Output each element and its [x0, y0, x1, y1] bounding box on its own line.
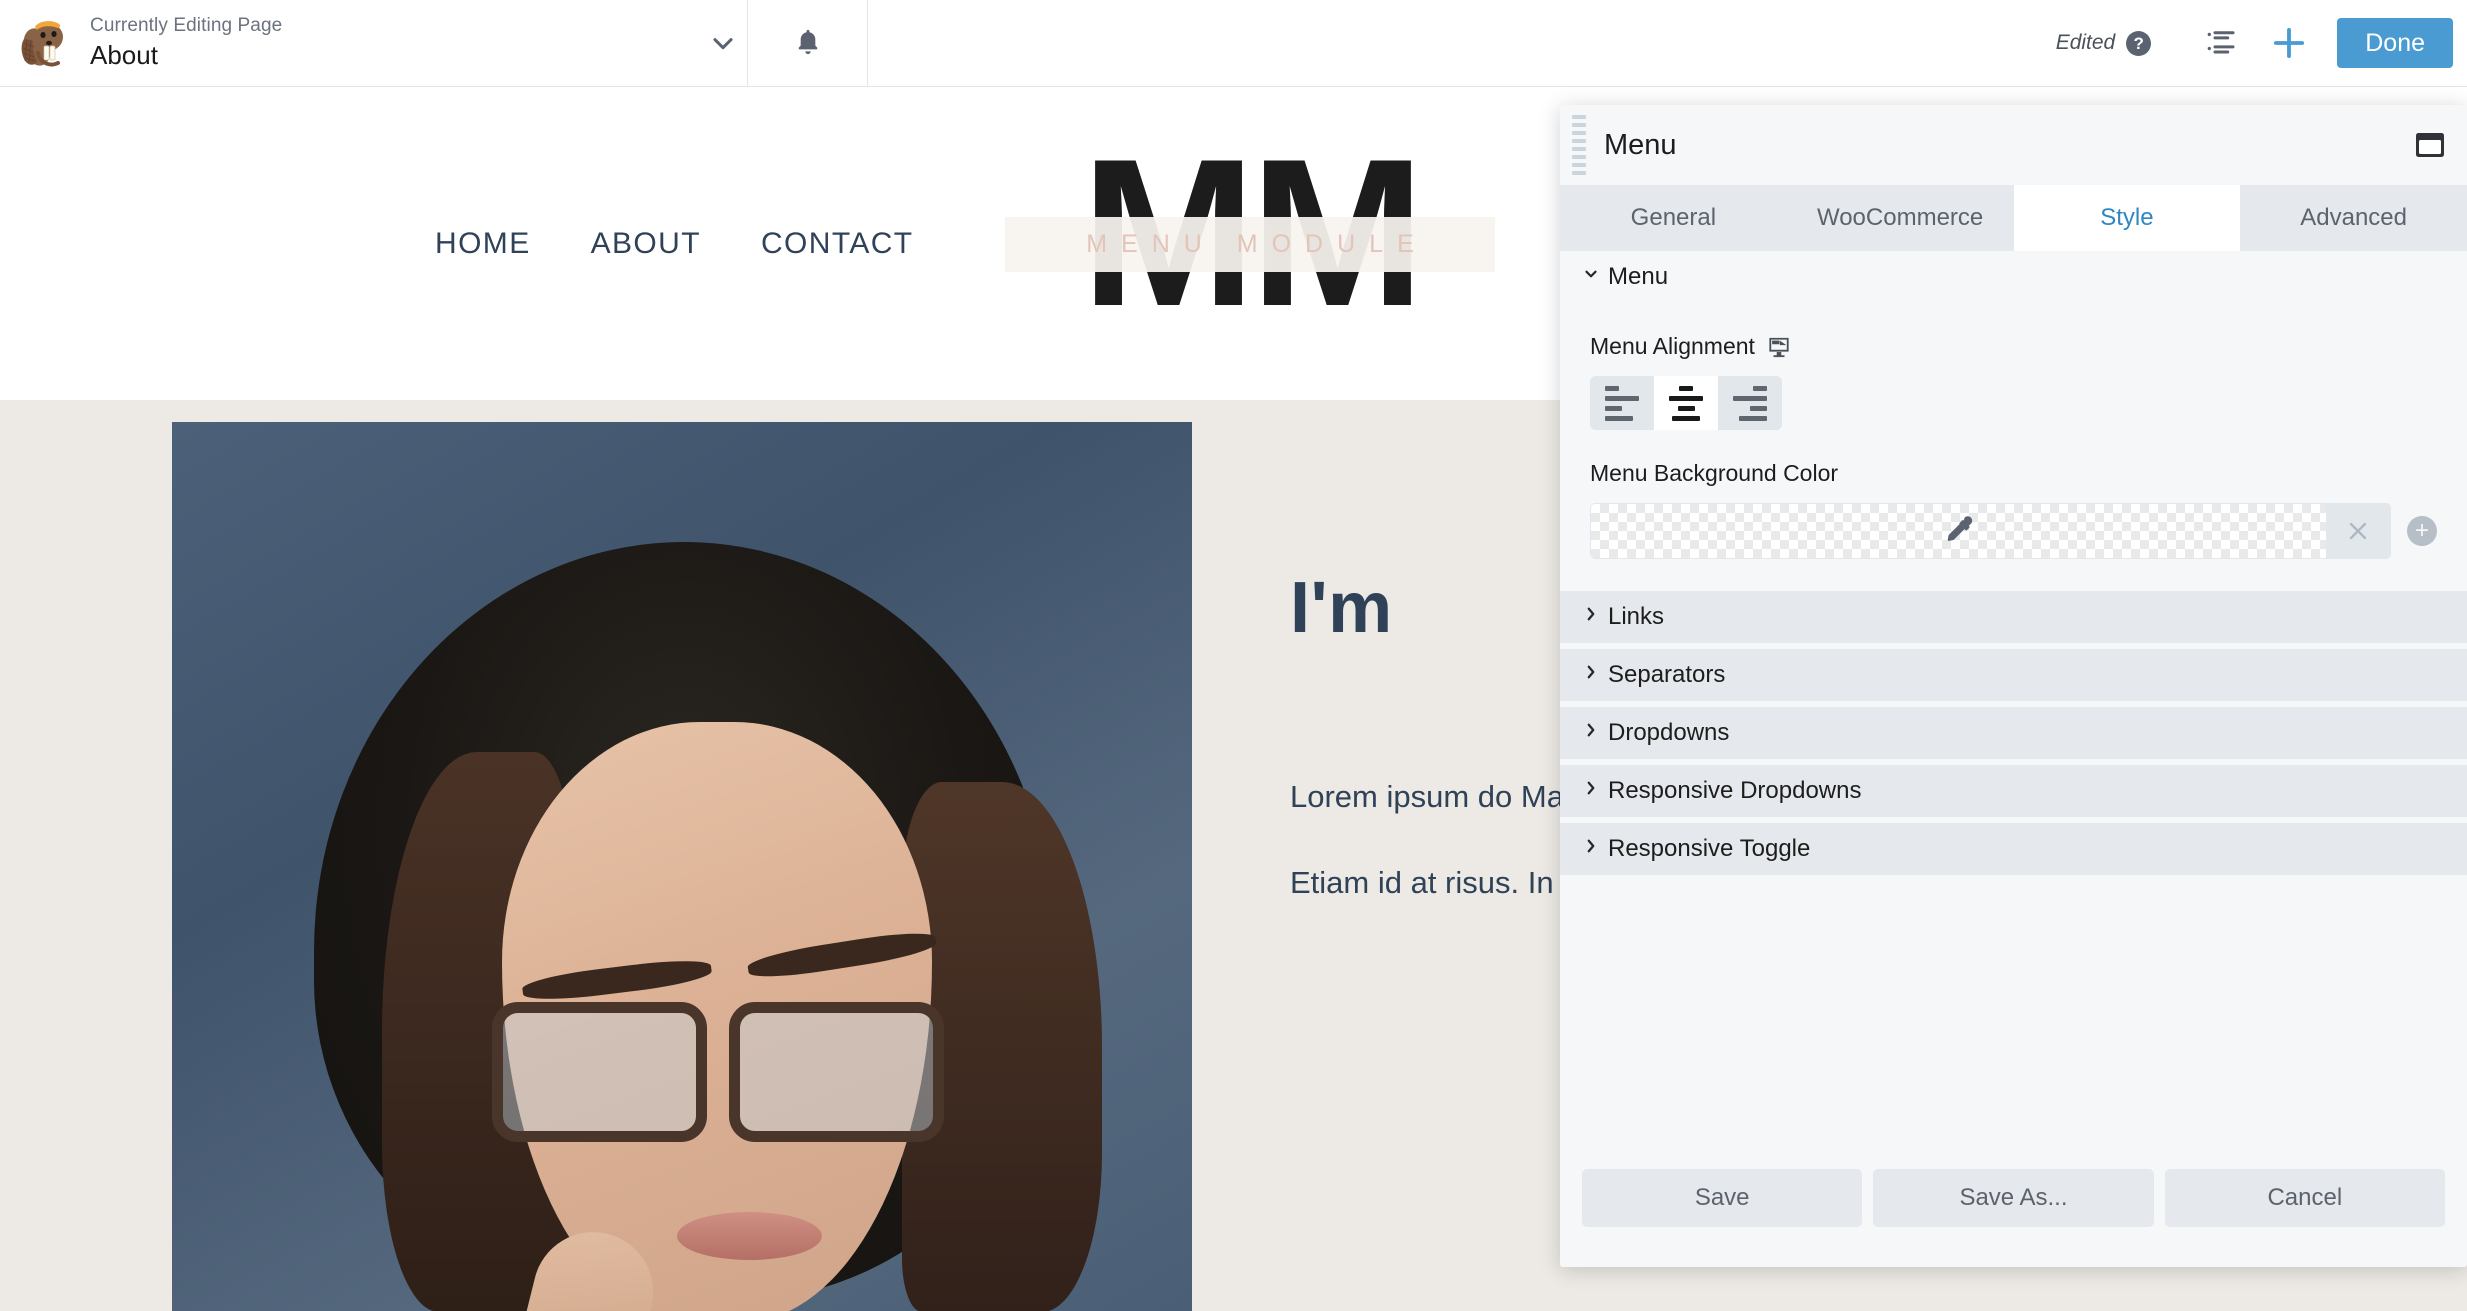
lens-right-shape	[729, 1002, 944, 1142]
site-logo[interactable]: MM MENU MODULE	[1005, 125, 1495, 355]
drag-handle-icon[interactable]	[1572, 113, 1588, 177]
eyeglasses-shape	[492, 997, 972, 1147]
chevron-right-icon	[1582, 837, 1608, 861]
tab-advanced[interactable]: Advanced	[2240, 185, 2467, 251]
menu-alignment-label-row: Menu Alignment	[1590, 333, 2437, 360]
panel-footer: Save Save As... Cancel	[1560, 1129, 2467, 1267]
nav-item-about[interactable]: ABOUT	[591, 227, 701, 261]
tab-general[interactable]: General	[1560, 185, 1787, 251]
save-button[interactable]: Save	[1582, 1169, 1863, 1227]
field-menu-background-color: Menu Background Color +	[1590, 460, 2437, 559]
panel-title: Menu	[1604, 128, 1677, 161]
section-label-links: Links	[1608, 603, 1665, 630]
chevron-down-icon	[1582, 265, 1608, 289]
desktop-monitor-icon[interactable]	[1768, 336, 1790, 358]
outline-list-icon[interactable]	[2187, 9, 2255, 77]
section-header-responsive-toggle[interactable]: Responsive Toggle	[1560, 823, 2467, 875]
section-header-menu[interactable]: Menu	[1560, 251, 2467, 303]
builder-admin-bar: Currently Editing Page About Edited ? Do…	[0, 0, 2467, 87]
align-left-icon[interactable]	[1590, 376, 1654, 430]
menu-background-color-label-row: Menu Background Color	[1590, 460, 2437, 487]
section-label-responsive-dropdowns: Responsive Dropdowns	[1608, 777, 1862, 804]
admin-bar-spacer	[868, 0, 2056, 86]
portrait-photo	[172, 422, 1192, 1311]
plus-circle-icon[interactable]: +	[2407, 516, 2437, 546]
field-menu-alignment: Menu Alignment	[1590, 333, 2437, 430]
panel-header: Menu	[1560, 105, 2467, 185]
align-right-icon[interactable]	[1718, 376, 1782, 430]
page-title: About	[90, 40, 158, 71]
edited-label: Edited	[2055, 31, 2116, 54]
chevron-right-icon	[1582, 663, 1608, 687]
logo-subtitle: MENU MODULE	[1005, 217, 1495, 272]
color-picker-row: +	[1590, 503, 2437, 559]
section-header-separators[interactable]: Separators	[1560, 649, 2467, 701]
section-content-menu: Menu Alignment Menu Background Color +	[1560, 303, 2467, 585]
menu-alignment-options[interactable]	[1590, 376, 1782, 430]
section-header-links[interactable]: Links	[1560, 591, 2467, 643]
nav-item-home[interactable]: HOME	[435, 227, 531, 261]
clear-color-button[interactable]	[2326, 504, 2390, 558]
section-header-responsive-dropdowns[interactable]: Responsive Dropdowns	[1560, 765, 2467, 817]
section-header-dropdowns[interactable]: Dropdowns	[1560, 707, 2467, 759]
editing-kicker: Currently Editing Page	[90, 15, 283, 37]
chevron-right-icon	[1582, 779, 1608, 803]
panel-tabs[interactable]: General WooCommerce Style Advanced	[1560, 185, 2467, 251]
module-settings-panel: Menu General WooCommerce Style Advanced …	[1560, 105, 2467, 1267]
tab-woocommerce[interactable]: WooCommerce	[1787, 185, 2014, 251]
lips-shape	[677, 1212, 822, 1260]
help-question-icon[interactable]: ?	[2126, 30, 2152, 56]
align-center-icon[interactable]	[1654, 376, 1718, 430]
plus-icon[interactable]	[2255, 9, 2323, 77]
section-label-dropdowns: Dropdowns	[1608, 719, 1730, 746]
done-button[interactable]: Done	[2337, 18, 2453, 68]
section-label-menu: Menu	[1608, 263, 1669, 290]
save-as-button[interactable]: Save As...	[1873, 1169, 2154, 1227]
color-picker-field[interactable]	[1590, 503, 2391, 559]
edited-status: Edited ?	[2055, 30, 2152, 56]
beaver-builder-logo-icon	[18, 15, 74, 71]
eyedropper-icon[interactable]	[1944, 514, 1974, 549]
panel-body: Menu Menu Alignment Menu Background Colo…	[1560, 251, 2467, 1129]
admin-bar-actions: Edited ? Done	[2056, 0, 2467, 86]
menu-alignment-label: Menu Alignment	[1590, 333, 1755, 359]
chevron-down-icon[interactable]	[699, 27, 747, 59]
section-label-separators: Separators	[1608, 661, 1726, 688]
section-label-responsive-toggle: Responsive Toggle	[1608, 835, 1811, 862]
chevron-right-icon	[1582, 721, 1608, 745]
nav-item-contact[interactable]: CONTACT	[761, 227, 914, 261]
page-selector[interactable]: Currently Editing Page About	[0, 0, 748, 86]
menu-background-color-label: Menu Background Color	[1590, 460, 1839, 486]
dock-panel-icon[interactable]	[2415, 132, 2445, 158]
color-swatch[interactable]	[1591, 504, 2326, 558]
notification-bell-icon[interactable]	[748, 0, 868, 86]
site-nav-menu[interactable]: HOME ABOUT CONTACT	[435, 227, 914, 261]
tab-style[interactable]: Style	[2013, 185, 2241, 251]
lens-left-shape	[492, 1002, 707, 1142]
chevron-right-icon	[1582, 605, 1608, 629]
cancel-button[interactable]: Cancel	[2164, 1169, 2445, 1227]
